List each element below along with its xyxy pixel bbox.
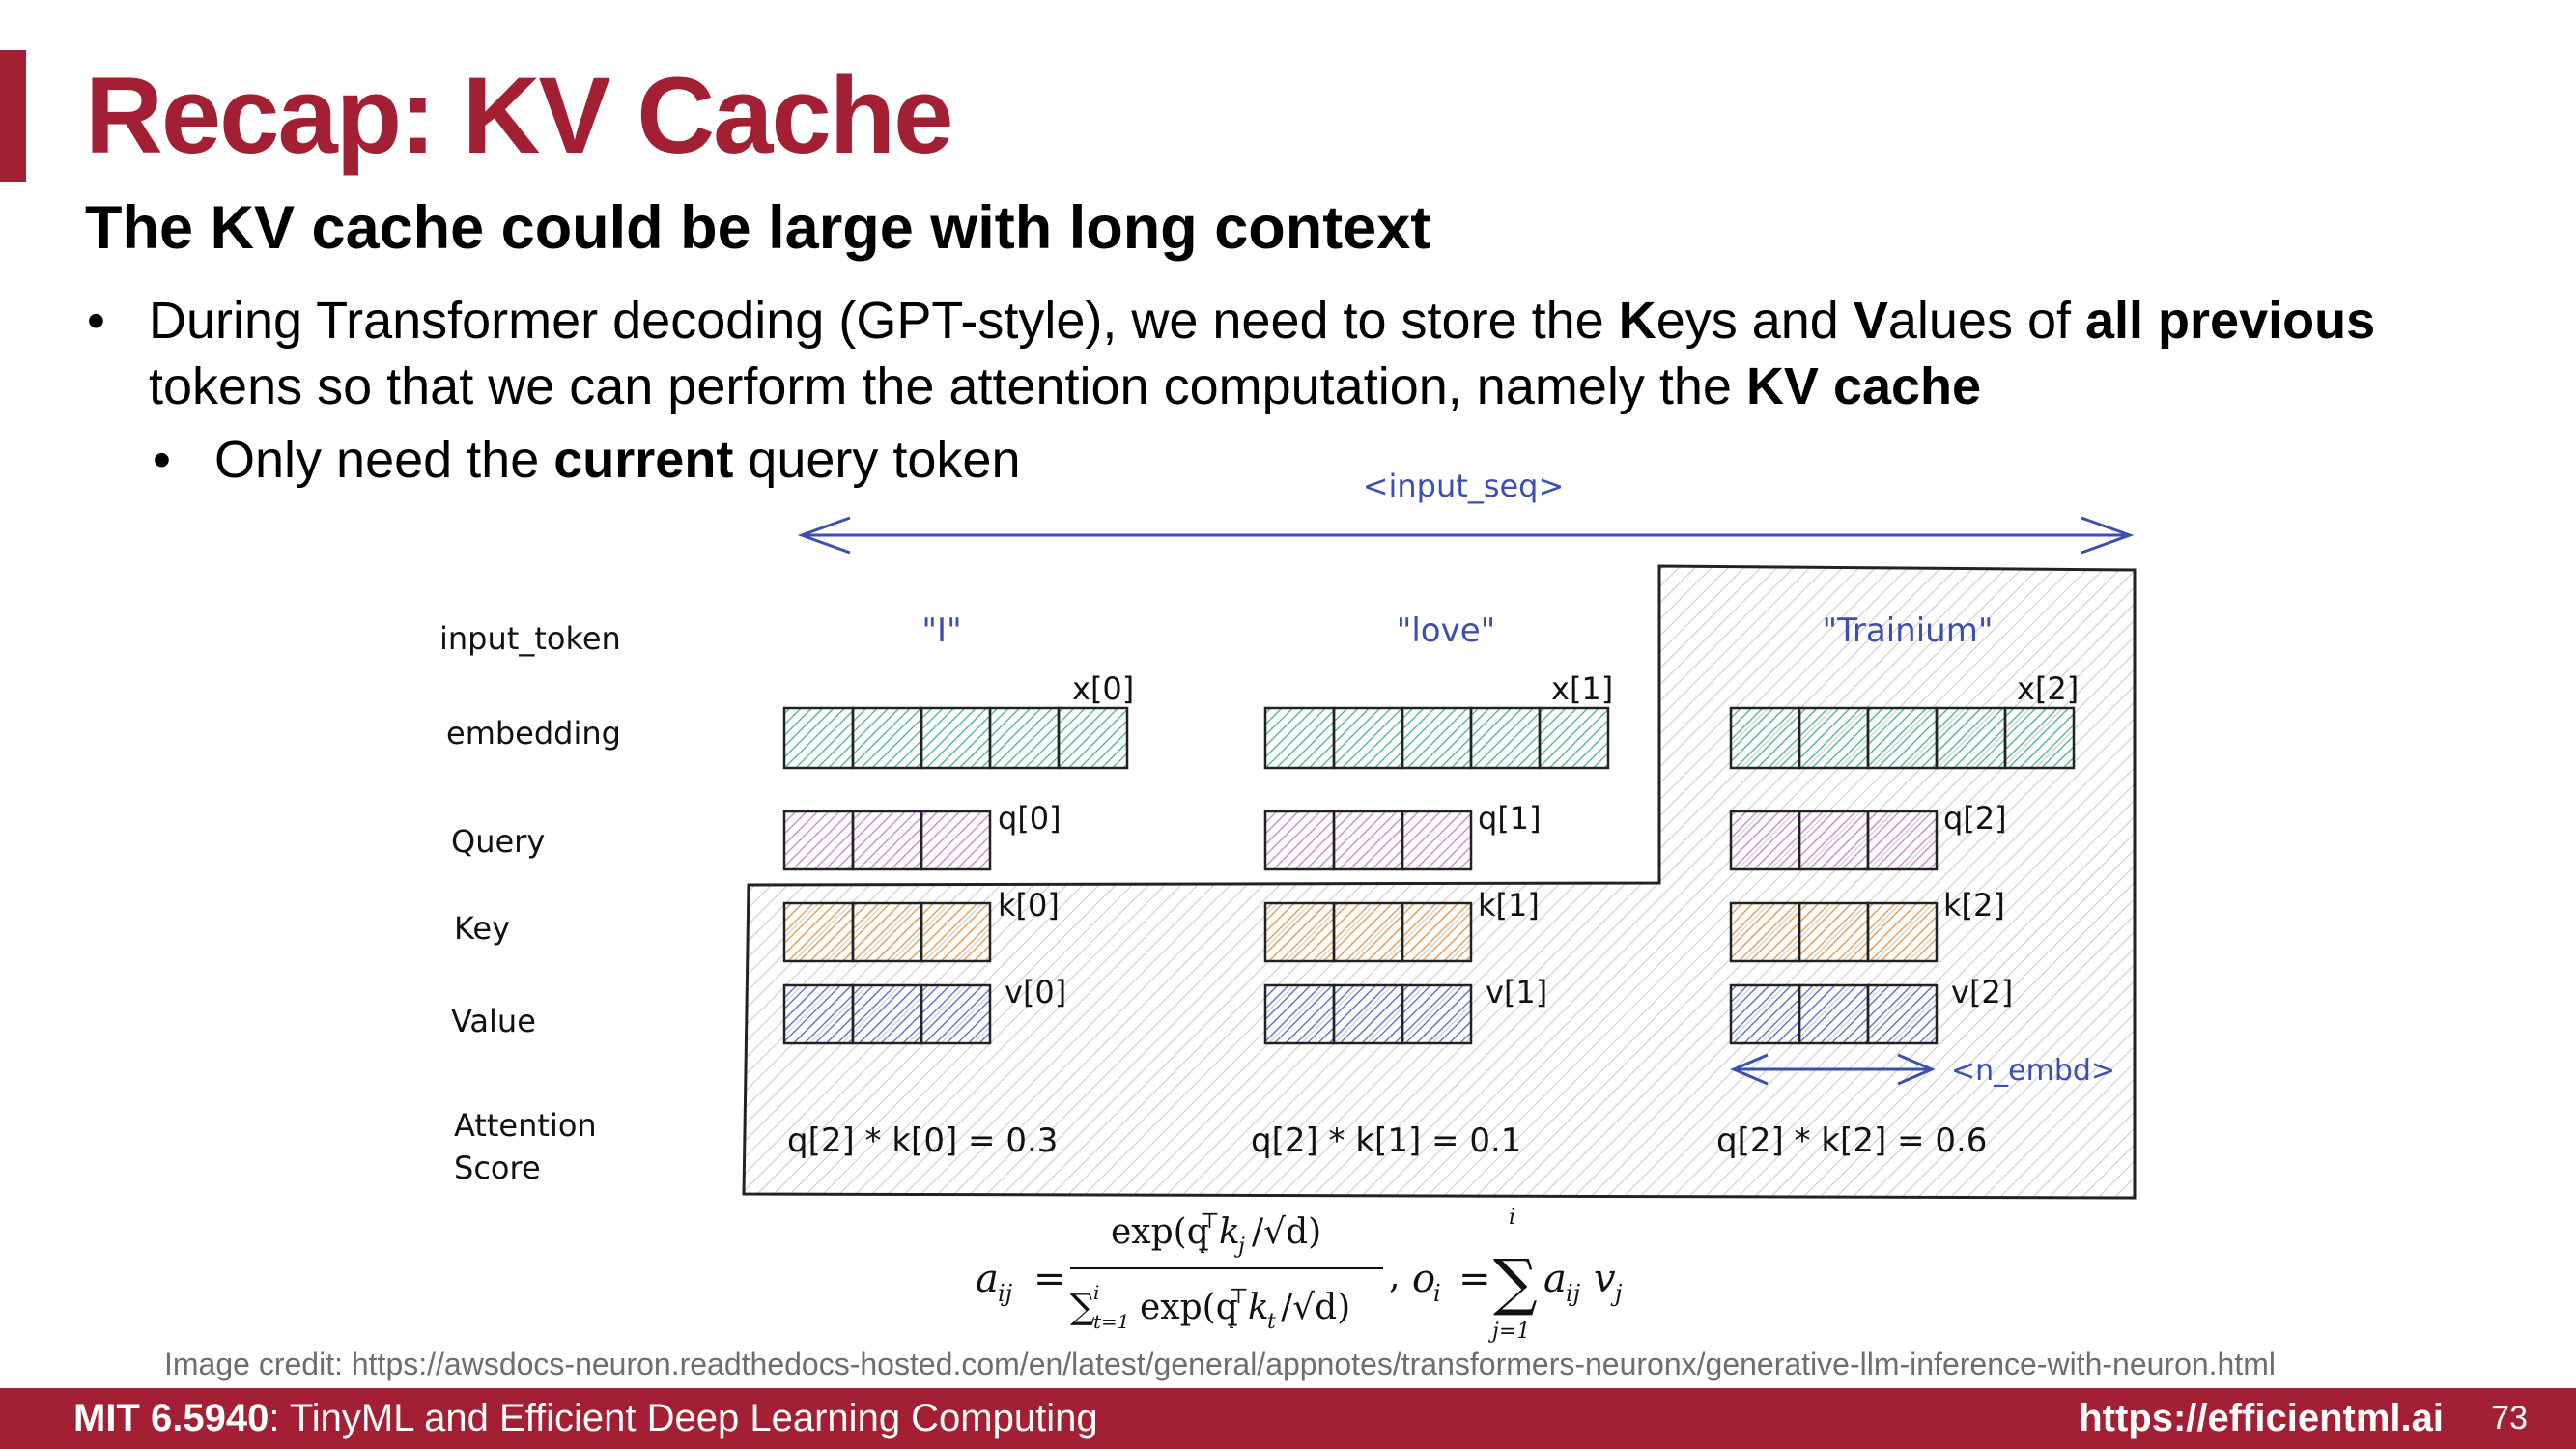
query-vector-2 <box>1729 810 1939 871</box>
formula-o: o <box>1412 1257 1435 1301</box>
formula-o-sub: i <box>1433 1280 1441 1307</box>
formula-den-sup: i <box>1093 1281 1099 1304</box>
formula-num-sup: ⊤ <box>1200 1209 1220 1234</box>
formula-eq2: = <box>1458 1257 1491 1301</box>
input-seq-label: <input_seq> <box>1363 468 1565 504</box>
query-vector-1 <box>1263 810 1473 871</box>
footer-course: MIT 6.5940: TinyML and Efficient Deep Le… <box>73 1397 1098 1439</box>
row-label-query: Query <box>451 823 545 860</box>
formula-den-sub2: i <box>1229 1310 1235 1334</box>
attention-score-1: q[2] * k[1] = 0.1 <box>1251 1122 1521 1160</box>
formula-lhs: a <box>976 1257 999 1301</box>
row-label-value: Value <box>451 1003 536 1039</box>
image-credit: Image credit: https://awsdocs-neuron.rea… <box>164 1347 2276 1381</box>
key-label-0: k[0] <box>998 887 1060 923</box>
formula-den-sum: ∑ <box>1070 1288 1095 1327</box>
embedding-label-1: x[1] <box>1551 670 1613 707</box>
attention-formula: a ij = exp(q i ⊤ k j /√d) ∑ i t=1 exp(q … <box>966 1203 1661 1357</box>
footer-bar: MIT 6.5940: TinyML and Efficient Deep Le… <box>0 1388 2576 1449</box>
value-label-0: v[0] <box>1005 974 1066 1010</box>
formula-den-tail: /√d) <box>1281 1288 1350 1327</box>
formula-sum: ∑ <box>1493 1247 1538 1319</box>
formula-term: a <box>1543 1257 1567 1301</box>
value-vector-2 <box>1729 983 1939 1045</box>
kv-cache-region <box>742 564 2137 1200</box>
input-seq-arrow <box>797 516 2135 554</box>
formula-num: exp(q <box>1111 1212 1209 1252</box>
formula-num-sub: i <box>1200 1235 1206 1259</box>
token-word-2: "Trainium" <box>1823 611 1994 650</box>
embedding-vector-0 <box>782 706 1129 770</box>
embedding-label-2: x[2] <box>2017 670 2079 707</box>
key-vector-0 <box>782 901 992 963</box>
value-vector-0 <box>782 983 992 1045</box>
formula-den-exp: exp(q <box>1140 1288 1238 1327</box>
attention-score-2: q[2] * k[2] = 0.6 <box>1716 1122 1987 1160</box>
embedding-vector-1 <box>1263 706 1610 770</box>
formula-den-k: k <box>1248 1288 1269 1327</box>
value-label-2: v[2] <box>1951 974 2013 1010</box>
formula-comma: , <box>1389 1257 1400 1296</box>
key-vector-1 <box>1263 901 1473 963</box>
page-number: 73 <box>2491 1400 2528 1436</box>
query-label-0: q[0] <box>998 800 1062 837</box>
formula-den-k-sub: t <box>1267 1310 1276 1334</box>
row-label-key: Key <box>454 910 510 947</box>
formula-lhs-sub: ij <box>998 1280 1013 1307</box>
token-word-0: "I" <box>921 611 961 650</box>
formula-den-sub: t=1 <box>1093 1310 1130 1333</box>
query-vector-0 <box>782 810 992 871</box>
formula-svg: a ij = exp(q i ⊤ k j /√d) ∑ i t=1 exp(q … <box>976 1206 1623 1344</box>
formula-sum-sub: j=1 <box>1487 1320 1530 1344</box>
formula-num-tail: /√d) <box>1252 1212 1321 1252</box>
row-label-attention: Attention <box>454 1107 597 1144</box>
formula-eq: = <box>1033 1257 1066 1301</box>
token-word-1: "love" <box>1397 611 1496 650</box>
value-vector-1 <box>1263 983 1473 1045</box>
attention-score-0: q[2] * k[0] = 0.3 <box>787 1122 1058 1160</box>
key-label-2: k[2] <box>1943 887 2005 923</box>
embedding-vector-2 <box>1729 706 2076 770</box>
value-label-1: v[1] <box>1486 974 1547 1010</box>
query-label-1: q[1] <box>1478 800 1542 837</box>
formula-num-k: k <box>1219 1212 1240 1252</box>
row-label-input-token: input_token <box>439 620 621 657</box>
footer-url[interactable]: https://efficientml.ai <box>2079 1388 2444 1449</box>
query-label-2: q[2] <box>1943 800 2007 837</box>
formula-term-v: v <box>1594 1257 1616 1301</box>
formula-sum-sup: i <box>1509 1206 1515 1230</box>
n-embd-label: <n_embd> <box>1951 1054 2115 1088</box>
key-label-1: k[1] <box>1478 887 1540 923</box>
embedding-label-0: x[0] <box>1072 670 1134 707</box>
row-label-embedding: embedding <box>446 715 621 752</box>
formula-term-sub: ij <box>1566 1280 1581 1307</box>
key-vector-2 <box>1729 901 1939 963</box>
row-label-score: Score <box>454 1150 541 1186</box>
formula-den-sup2: ⊤ <box>1229 1285 1249 1309</box>
